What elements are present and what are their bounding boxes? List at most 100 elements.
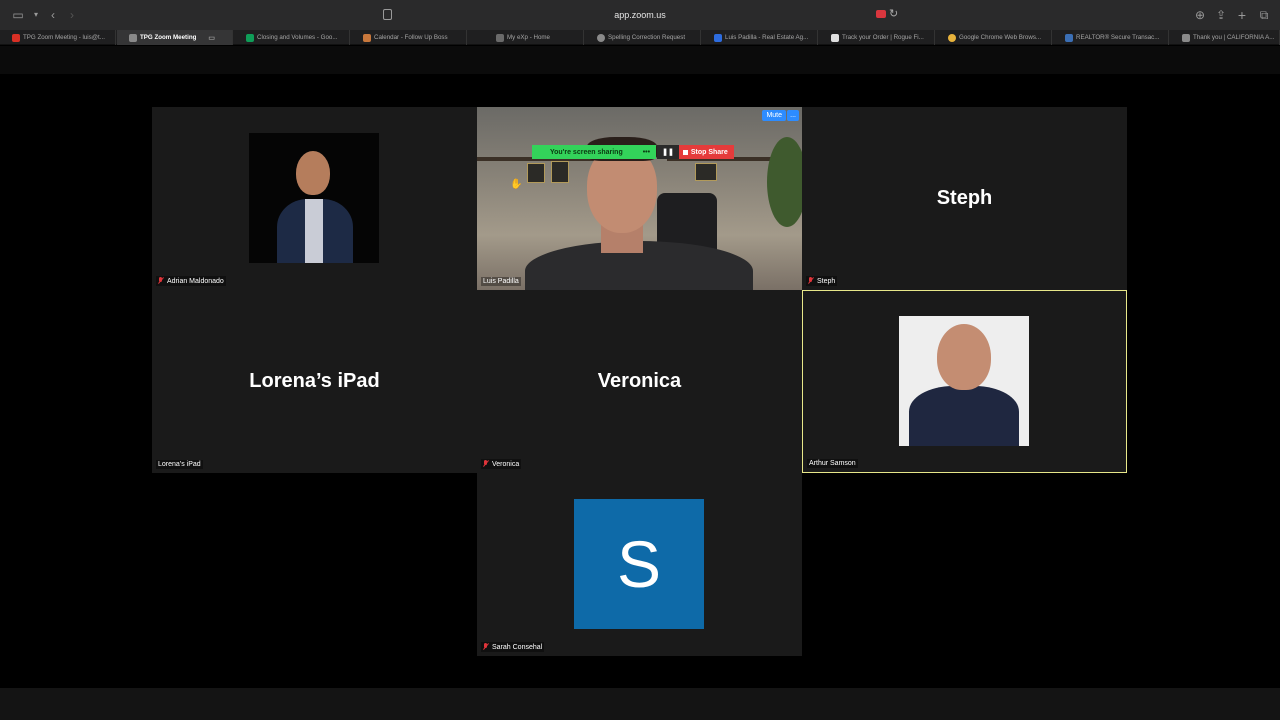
tab-zoom-meeting-1[interactable]: TPG Zoom Meeting - luis@t... <box>0 30 116 45</box>
participant-tile-arthur[interactable]: Arthur Samson <box>802 290 1127 473</box>
participant-tile-veronica[interactable]: Veronica Veronica <box>477 290 802 473</box>
avatar-initial: S <box>574 499 704 629</box>
openai-icon <box>597 33 605 42</box>
realtor-icon <box>1065 33 1073 42</box>
participant-tile-lorena[interactable]: Lorena’s iPad Lorena’s iPad <box>152 290 477 473</box>
screen-share-toolbar: You're screen sharing ••• ❚❚ Stop Share <box>532 145 734 159</box>
document-icon <box>1182 33 1190 42</box>
chrome-icon <box>948 33 956 42</box>
participant-tile-adrian[interactable]: Adrian Maldonado <box>152 107 477 290</box>
privacy-icon[interactable] <box>383 9 392 20</box>
chevron-down-icon[interactable]: ▾ <box>28 7 44 23</box>
name-text: Veronica <box>492 460 520 468</box>
plaque-shape <box>551 161 569 183</box>
meeting-controls-bar <box>0 688 1280 720</box>
tab-spelling[interactable]: Spelling Correction Request <box>585 30 701 45</box>
gmail-icon <box>12 33 20 42</box>
tab-calendar[interactable]: Calendar - Follow Up Boss <box>351 30 467 45</box>
participant-name: Lorena’s iPad <box>156 460 203 469</box>
participant-name: Adrian Maldonado <box>156 276 226 286</box>
screen-sharing-status[interactable]: You're screen sharing <box>532 145 637 159</box>
name-text: Sarah Consehal <box>492 643 543 651</box>
more-options-button[interactable]: ... <box>787 110 799 121</box>
url-bar[interactable]: app.zoom.us <box>398 6 882 24</box>
tab-overview-icon[interactable]: ⧉ <box>1256 7 1272 23</box>
tab-zoom-meeting-active[interactable]: TPG Zoom Meeting ▭ <box>117 30 233 45</box>
picture-in-picture-icon[interactable]: ▭ <box>208 34 215 42</box>
participant-display-name: Veronica <box>597 370 682 392</box>
tab-label: My eXp - Home <box>507 34 550 41</box>
tab-rogue[interactable]: Track your Order | Rogue Fi... <box>819 30 935 45</box>
tab-california[interactable]: Thank you | CALIFORNIA A... <box>1170 30 1280 45</box>
participant-name: Steph <box>806 276 838 286</box>
calendar-icon <box>363 33 371 42</box>
video-feed <box>477 107 802 290</box>
tab-label: Calendar - Follow Up Boss <box>374 34 448 41</box>
tab-closing-volumes[interactable]: Closing and Volumes - Goo... <box>234 30 350 45</box>
tab-label: TPG Zoom Meeting <box>140 34 197 41</box>
name-text: Lorena’s iPad <box>158 461 201 468</box>
avatar <box>899 316 1029 446</box>
mic-muted-icon <box>808 277 814 285</box>
tab-label: Google Chrome Web Brows... <box>959 34 1042 41</box>
participant-name: Veronica <box>481 459 522 469</box>
recording-indicator-icon <box>876 10 886 18</box>
head-shape <box>937 324 991 390</box>
tab-my-exp[interactable]: My eXp - Home <box>468 30 584 45</box>
tab-luis-padilla[interactable]: Luis Padilla - Real Estate Ag... <box>702 30 818 45</box>
plaque-shape <box>695 163 717 181</box>
tab-label: Closing and Volumes - Goo... <box>257 34 338 41</box>
plaque-shape <box>527 163 545 183</box>
shirt-shape <box>305 199 323 263</box>
browser-toolbar: ▭ ▾ ‹ › app.zoom.us ↻ ⊕ ⇪ + ⧉ <box>0 0 1280 30</box>
tab-label: Track your Order | Rogue Fi... <box>842 34 924 41</box>
hand-cursor-icon: ✋ <box>510 179 523 190</box>
name-text: Steph <box>817 277 836 285</box>
mic-muted-icon <box>483 460 489 468</box>
stop-share-button[interactable]: Stop Share <box>678 145 734 159</box>
tab-label: Spelling Correction Request <box>608 34 686 41</box>
plant-shape <box>767 137 802 227</box>
sidebar-icon[interactable]: ▭ <box>10 7 26 23</box>
name-text: Arthur Samson <box>809 460 856 467</box>
participant-tile-luis[interactable]: You're screen sharing ••• ❚❚ Stop Share … <box>477 107 802 290</box>
reload-icon[interactable]: ↻ <box>889 7 898 20</box>
head-shape <box>296 151 330 195</box>
name-text: Adrian Maldonado <box>167 277 224 285</box>
rogue-icon <box>831 33 839 42</box>
tab-label: Luis Padilla - Real Estate Ag... <box>725 34 809 41</box>
mic-muted-icon <box>483 643 489 651</box>
tab-label: REALTOR® Secure Transac... <box>1076 34 1160 41</box>
back-icon[interactable]: ‹ <box>45 7 61 23</box>
forward-icon[interactable]: › <box>64 7 80 23</box>
tab-chrome[interactable]: Google Chrome Web Brows... <box>936 30 1052 45</box>
download-icon[interactable]: ⊕ <box>1192 7 1208 23</box>
pause-share-button[interactable]: ❚❚ <box>657 145 679 159</box>
mute-button[interactable]: Mute <box>762 110 786 121</box>
zoom-icon <box>129 33 137 42</box>
new-tab-icon[interactable]: + <box>1234 7 1250 23</box>
share-icon[interactable]: ⇪ <box>1213 7 1229 23</box>
tab-realtor[interactable]: REALTOR® Secure Transac... <box>1053 30 1169 45</box>
mic-muted-icon <box>158 277 164 285</box>
tab-label: Thank you | CALIFORNIA A... <box>1193 34 1275 41</box>
exp-icon <box>496 33 504 42</box>
sheets-icon <box>246 33 254 42</box>
share-more-button[interactable]: ••• <box>636 145 657 159</box>
stop-share-label: Stop Share <box>690 148 728 156</box>
shirt-shape <box>909 386 1019 446</box>
participant-name: Arthur Samson <box>807 459 858 468</box>
website-icon <box>714 33 722 42</box>
participant-display-name: Steph <box>936 187 993 209</box>
gallery-view: Adrian Maldonado You're screen sharing •… <box>0 74 1280 688</box>
tab-label: TPG Zoom Meeting - luis@t... <box>23 34 105 41</box>
name-text: Luis Padilla <box>483 278 519 285</box>
participant-name: Sarah Consehal <box>481 642 545 652</box>
stop-icon <box>682 149 688 155</box>
participant-display-name: Lorena’s iPad <box>249 370 380 392</box>
participant-tile-steph[interactable]: Steph Steph <box>802 107 1127 290</box>
participant-name: Luis Padilla <box>481 277 521 286</box>
meeting-top-bar <box>0 46 1280 74</box>
participant-tile-sarah[interactable]: S Sarah Consehal <box>477 473 802 656</box>
tab-bar: TPG Zoom Meeting - luis@t... TPG Zoom Me… <box>0 30 1280 45</box>
